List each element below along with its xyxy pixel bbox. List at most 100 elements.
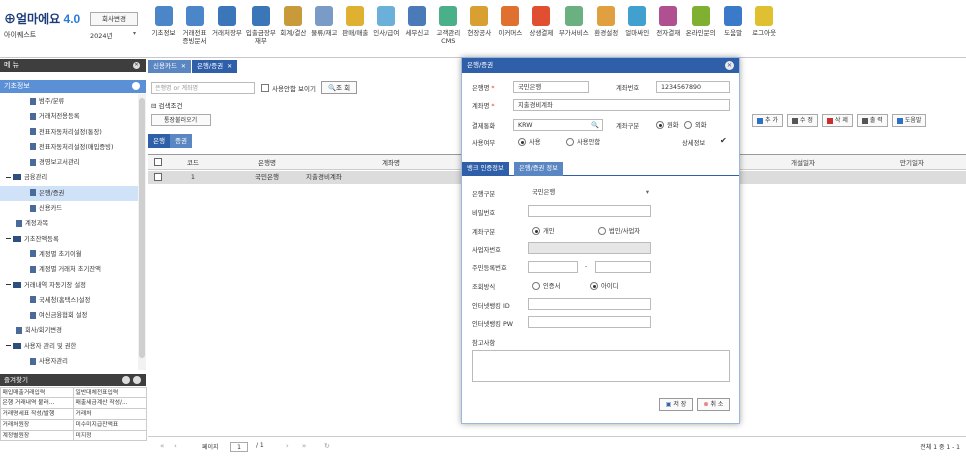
collapse-icon[interactable] <box>6 176 11 178</box>
radio-krw[interactable]: 원화 <box>656 120 679 129</box>
top-menu-item[interactable]: 전자결재 <box>653 0 684 58</box>
top-menu-item[interactable]: 로그아웃 <box>749 0 780 58</box>
col-account[interactable]: 계좌명 <box>316 155 466 171</box>
toolbar-button[interactable]: 출 력 <box>856 114 888 127</box>
top-menu-item[interactable]: 상생결제 <box>526 0 557 58</box>
toolbar-button[interactable]: 추 가 <box>752 114 783 127</box>
select-all-checkbox[interactable] <box>154 158 162 166</box>
tab-bank-info[interactable]: 은행/증권 정보 <box>514 162 563 176</box>
favorite-item[interactable]: 미지정 <box>72 429 147 442</box>
close-tab-icon[interactable]: ✕ <box>181 63 186 70</box>
rrn-field-1[interactable] <box>528 261 578 273</box>
memo-textarea[interactable] <box>472 350 730 382</box>
sidebar-item[interactable]: 회사/회기변경 <box>0 323 138 338</box>
radio-foreign[interactable]: 외화 <box>684 120 707 129</box>
ib-pw-field[interactable] <box>528 316 651 328</box>
search-conditions[interactable]: ⊟ 검색조건 <box>151 100 182 110</box>
top-menu-item[interactable]: 환경설정 <box>591 0 622 58</box>
sidebar-item[interactable]: 거래내역 자동기장 설정 <box>0 278 138 293</box>
search-icon[interactable]: 🔍 <box>591 120 599 131</box>
sidebar-item[interactable]: 사용자관리 <box>0 354 138 369</box>
sidebar-item[interactable]: 신용카드 <box>0 201 138 216</box>
toolbar-button[interactable]: 도움말 <box>891 114 927 127</box>
collapse-icon[interactable] <box>6 345 11 347</box>
radio-id[interactable]: 아이디 <box>590 281 618 290</box>
col-due-date[interactable]: 만기일자 <box>858 155 966 171</box>
toolbar-button[interactable]: 수 정 <box>786 114 818 127</box>
change-company-button[interactable]: 회사변경 <box>90 12 138 26</box>
top-menu-item[interactable]: 인사/급여 <box>371 0 402 58</box>
sidebar-item[interactable]: 기초잔액등록 <box>0 232 138 247</box>
account-number-field[interactable]: 1234567890 <box>656 81 730 93</box>
menu-section-basic[interactable]: 기초정보 <box>0 80 146 93</box>
sidebar-item[interactable]: 국세청(홈택스)설정 <box>0 293 138 308</box>
prev-page-icon[interactable]: ‹ <box>174 442 177 450</box>
year-select[interactable]: 2024년 ▾ <box>90 30 138 42</box>
sidebar-item[interactable]: 여신금융협회 설정 <box>0 308 138 323</box>
cancel-button[interactable]: ⊗ 취 소 <box>697 398 730 411</box>
tab-bank-auth[interactable]: 뱅크 인증정보 <box>462 162 509 176</box>
sidebar-item[interactable]: 전표자동처리설정(매입증빙) <box>0 140 138 155</box>
load-statement-button[interactable]: 통장불러오기 <box>151 114 211 126</box>
last-page-icon[interactable]: » <box>302 442 306 450</box>
top-menu-item[interactable]: 세무신고 <box>402 0 433 58</box>
radio-unused[interactable]: 사용안함 <box>566 137 600 146</box>
settings-icon[interactable] <box>122 376 130 384</box>
collapse-icon[interactable] <box>133 376 141 384</box>
top-menu-item[interactable]: 이커머스 <box>495 0 526 58</box>
sidebar-item[interactable]: 사용자 관리 및 권한 <box>0 339 138 354</box>
close-icon[interactable]: ✕ <box>133 62 140 69</box>
page-input[interactable]: 1 <box>230 442 248 452</box>
bank-search-input[interactable]: 은행명 or 계좌명 <box>151 82 255 94</box>
first-page-icon[interactable]: « <box>160 442 164 450</box>
col-open-date[interactable]: 개설일자 <box>748 155 858 171</box>
radio-corporate[interactable]: 법인/사업자 <box>598 226 640 235</box>
top-menu-item[interactable]: 얼마싸인 <box>622 0 653 58</box>
top-menu-item[interactable]: 도움말 <box>718 0 749 58</box>
collapse-icon[interactable] <box>6 284 11 286</box>
next-page-icon[interactable]: › <box>286 442 289 450</box>
search-button[interactable]: 🔍조 회 <box>321 81 357 94</box>
top-menu-item[interactable]: 거래처장부 <box>210 0 244 58</box>
top-menu-item[interactable]: 고객관리 CMS <box>433 0 464 58</box>
top-menu-item[interactable]: 판매/매출 <box>340 0 371 58</box>
sidebar-item[interactable]: 거래처전용등록 <box>0 109 138 124</box>
sidebar-item[interactable]: 금융관리 <box>0 170 138 185</box>
bank-type-select[interactable]: 국민은행 ▾ <box>528 187 651 199</box>
radio-use[interactable]: 사용 <box>518 137 541 146</box>
show-unused-checkbox[interactable] <box>261 84 269 92</box>
top-menu-item[interactable]: 부가서비스 <box>557 0 591 58</box>
window-tab[interactable]: 신용카드 ✕ <box>148 60 191 73</box>
col-bank[interactable]: 은행명 <box>218 155 316 171</box>
top-menu-item[interactable]: 온라인문의 <box>684 0 718 58</box>
scrollbar-thumb[interactable] <box>139 98 145 358</box>
sub-tab[interactable]: 은행 <box>148 134 170 148</box>
close-icon[interactable]: ✕ <box>725 61 734 70</box>
account-name-field[interactable]: 지출경비계좌 <box>513 99 730 111</box>
radio-personal[interactable]: 개인 <box>532 226 555 235</box>
sidebar-item[interactable]: 계정별 거래처 초기잔액 <box>0 262 138 277</box>
toolbar-button[interactable]: 삭 제 <box>821 114 853 127</box>
collapse-icon[interactable] <box>132 82 140 90</box>
top-menu-item[interactable]: 입출금장부 재무 <box>244 0 278 58</box>
sidebar-item[interactable]: 계정과목 <box>0 216 138 231</box>
sidebar-item[interactable]: 범주/분류 <box>0 94 138 109</box>
sidebar-item[interactable]: 은행/증권 <box>0 185 138 202</box>
sidebar-item[interactable]: 계정별 초기이월 <box>0 247 138 262</box>
col-code[interactable]: 코드 <box>168 155 218 171</box>
currency-field[interactable]: KRW 🔍 <box>513 119 603 131</box>
sidebar-item[interactable]: 경영보고서관리 <box>0 155 138 170</box>
radio-certificate[interactable]: 인증서 <box>532 281 560 290</box>
detail-checkbox[interactable]: ✔ <box>720 136 727 145</box>
window-tab[interactable]: 은행/증권 ✕ <box>191 60 238 73</box>
refresh-icon[interactable]: ↻ <box>324 442 330 450</box>
bank-field[interactable]: 국민은행 <box>513 81 589 93</box>
rrn-field-2[interactable] <box>595 261 651 273</box>
close-tab-icon[interactable]: ✕ <box>227 63 232 70</box>
top-menu-item[interactable]: 기초정보 <box>148 0 179 58</box>
row-checkbox[interactable] <box>154 173 162 181</box>
collapse-icon[interactable] <box>6 238 11 240</box>
top-menu-item[interactable]: 회계/결산 <box>278 0 309 58</box>
ib-id-field[interactable] <box>528 298 651 310</box>
save-button[interactable]: ▣ 저 장 <box>659 398 693 411</box>
